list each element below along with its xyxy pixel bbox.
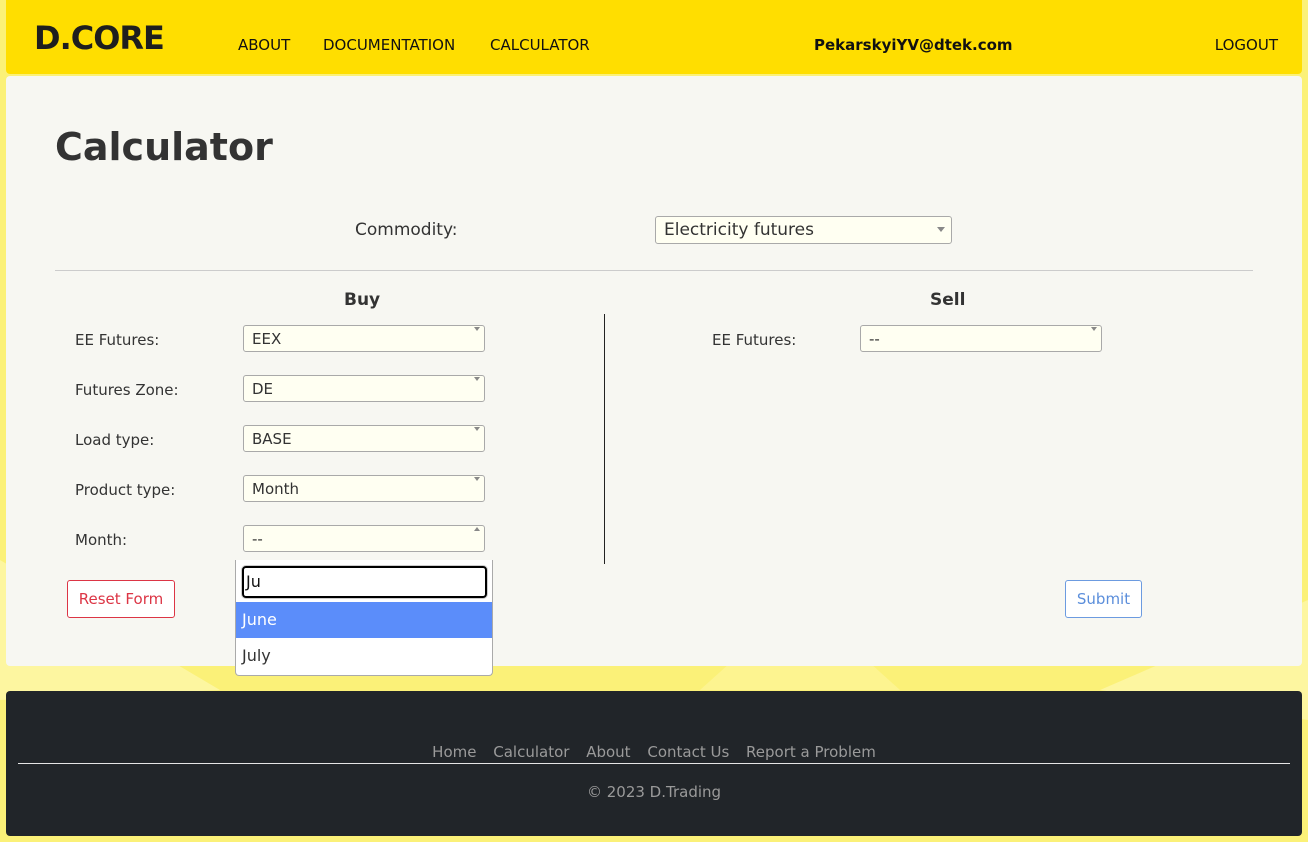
buy-load-type-label: Load type:	[75, 431, 155, 449]
nav-about-link[interactable]: ABOUT	[238, 36, 290, 54]
footer-divider	[18, 763, 1290, 764]
sell-column-title: Sell	[930, 290, 966, 310]
top-navbar: D.CORE ABOUT DOCUMENTATION CALCULATOR Pe…	[6, 0, 1302, 74]
footer-link-report-problem[interactable]: Report a Problem	[746, 743, 876, 761]
buy-product-type-label: Product type:	[75, 481, 176, 499]
nav-calculator-link[interactable]: CALCULATOR	[490, 36, 590, 54]
sell-ee-futures-value: --	[869, 330, 880, 348]
user-email: PekarskyiYV@dtek.com	[814, 36, 1013, 54]
column-divider	[604, 314, 605, 564]
chevron-down-icon	[937, 227, 945, 232]
chevron-down-icon	[1091, 327, 1097, 331]
footer-link-calculator[interactable]: Calculator	[493, 743, 569, 761]
sell-ee-futures-label: EE Futures:	[712, 331, 797, 349]
buy-futures-zone-select[interactable]: DE	[243, 375, 485, 402]
buy-futures-zone-value: DE	[252, 380, 274, 398]
calculator-card: Calculator Commodity: Electricity future…	[6, 76, 1302, 666]
chevron-down-icon	[474, 477, 480, 481]
logout-link[interactable]: LOGOUT	[1215, 36, 1278, 54]
buy-futures-zone-label: Futures Zone:	[75, 381, 179, 399]
page-title: Calculator	[55, 125, 273, 169]
buy-column-title: Buy	[344, 290, 381, 310]
chevron-up-icon	[474, 527, 480, 531]
chevron-down-icon	[474, 377, 480, 381]
chevron-down-icon	[474, 327, 480, 331]
buy-ee-futures-select[interactable]: EEX	[243, 325, 485, 352]
dropdown-search-input[interactable]: Ju	[242, 566, 487, 598]
footer: Home Calculator About Contact Us Report …	[6, 691, 1302, 836]
chevron-down-icon	[474, 427, 480, 431]
buy-load-type-value: BASE	[252, 430, 292, 448]
section-divider	[55, 270, 1253, 271]
nav-documentation-link[interactable]: DOCUMENTATION	[323, 36, 455, 54]
submit-button[interactable]: Submit	[1065, 580, 1142, 618]
buy-load-type-select[interactable]: BASE	[243, 425, 485, 452]
buy-month-label: Month:	[75, 531, 128, 549]
copyright: © 2023 D.Trading	[586, 783, 722, 801]
dropdown-option-june[interactable]: June	[236, 602, 492, 638]
sell-ee-futures-select[interactable]: --	[860, 325, 1102, 352]
footer-links: Home Calculator About Contact Us Report …	[6, 743, 1302, 761]
buy-ee-futures-label: EE Futures:	[75, 331, 160, 349]
month-dropdown: Ju June July	[235, 560, 493, 676]
footer-link-contact[interactable]: Contact Us	[647, 743, 729, 761]
footer-link-about[interactable]: About	[586, 743, 630, 761]
commodity-select[interactable]: Electricity futures	[655, 216, 952, 244]
buy-product-type-select[interactable]: Month	[243, 475, 485, 502]
commodity-select-value: Electricity futures	[664, 220, 814, 240]
footer-link-home[interactable]: Home	[432, 743, 476, 761]
dropdown-option-july[interactable]: July	[236, 638, 492, 674]
buy-month-value: --	[252, 530, 263, 548]
reset-form-button[interactable]: Reset Form	[67, 580, 175, 618]
commodity-label: Commodity:	[355, 220, 458, 240]
buy-ee-futures-value: EEX	[252, 330, 282, 348]
buy-month-select[interactable]: --	[243, 525, 485, 552]
buy-product-type-value: Month	[252, 480, 300, 498]
logo[interactable]: D.CORE	[34, 20, 165, 56]
